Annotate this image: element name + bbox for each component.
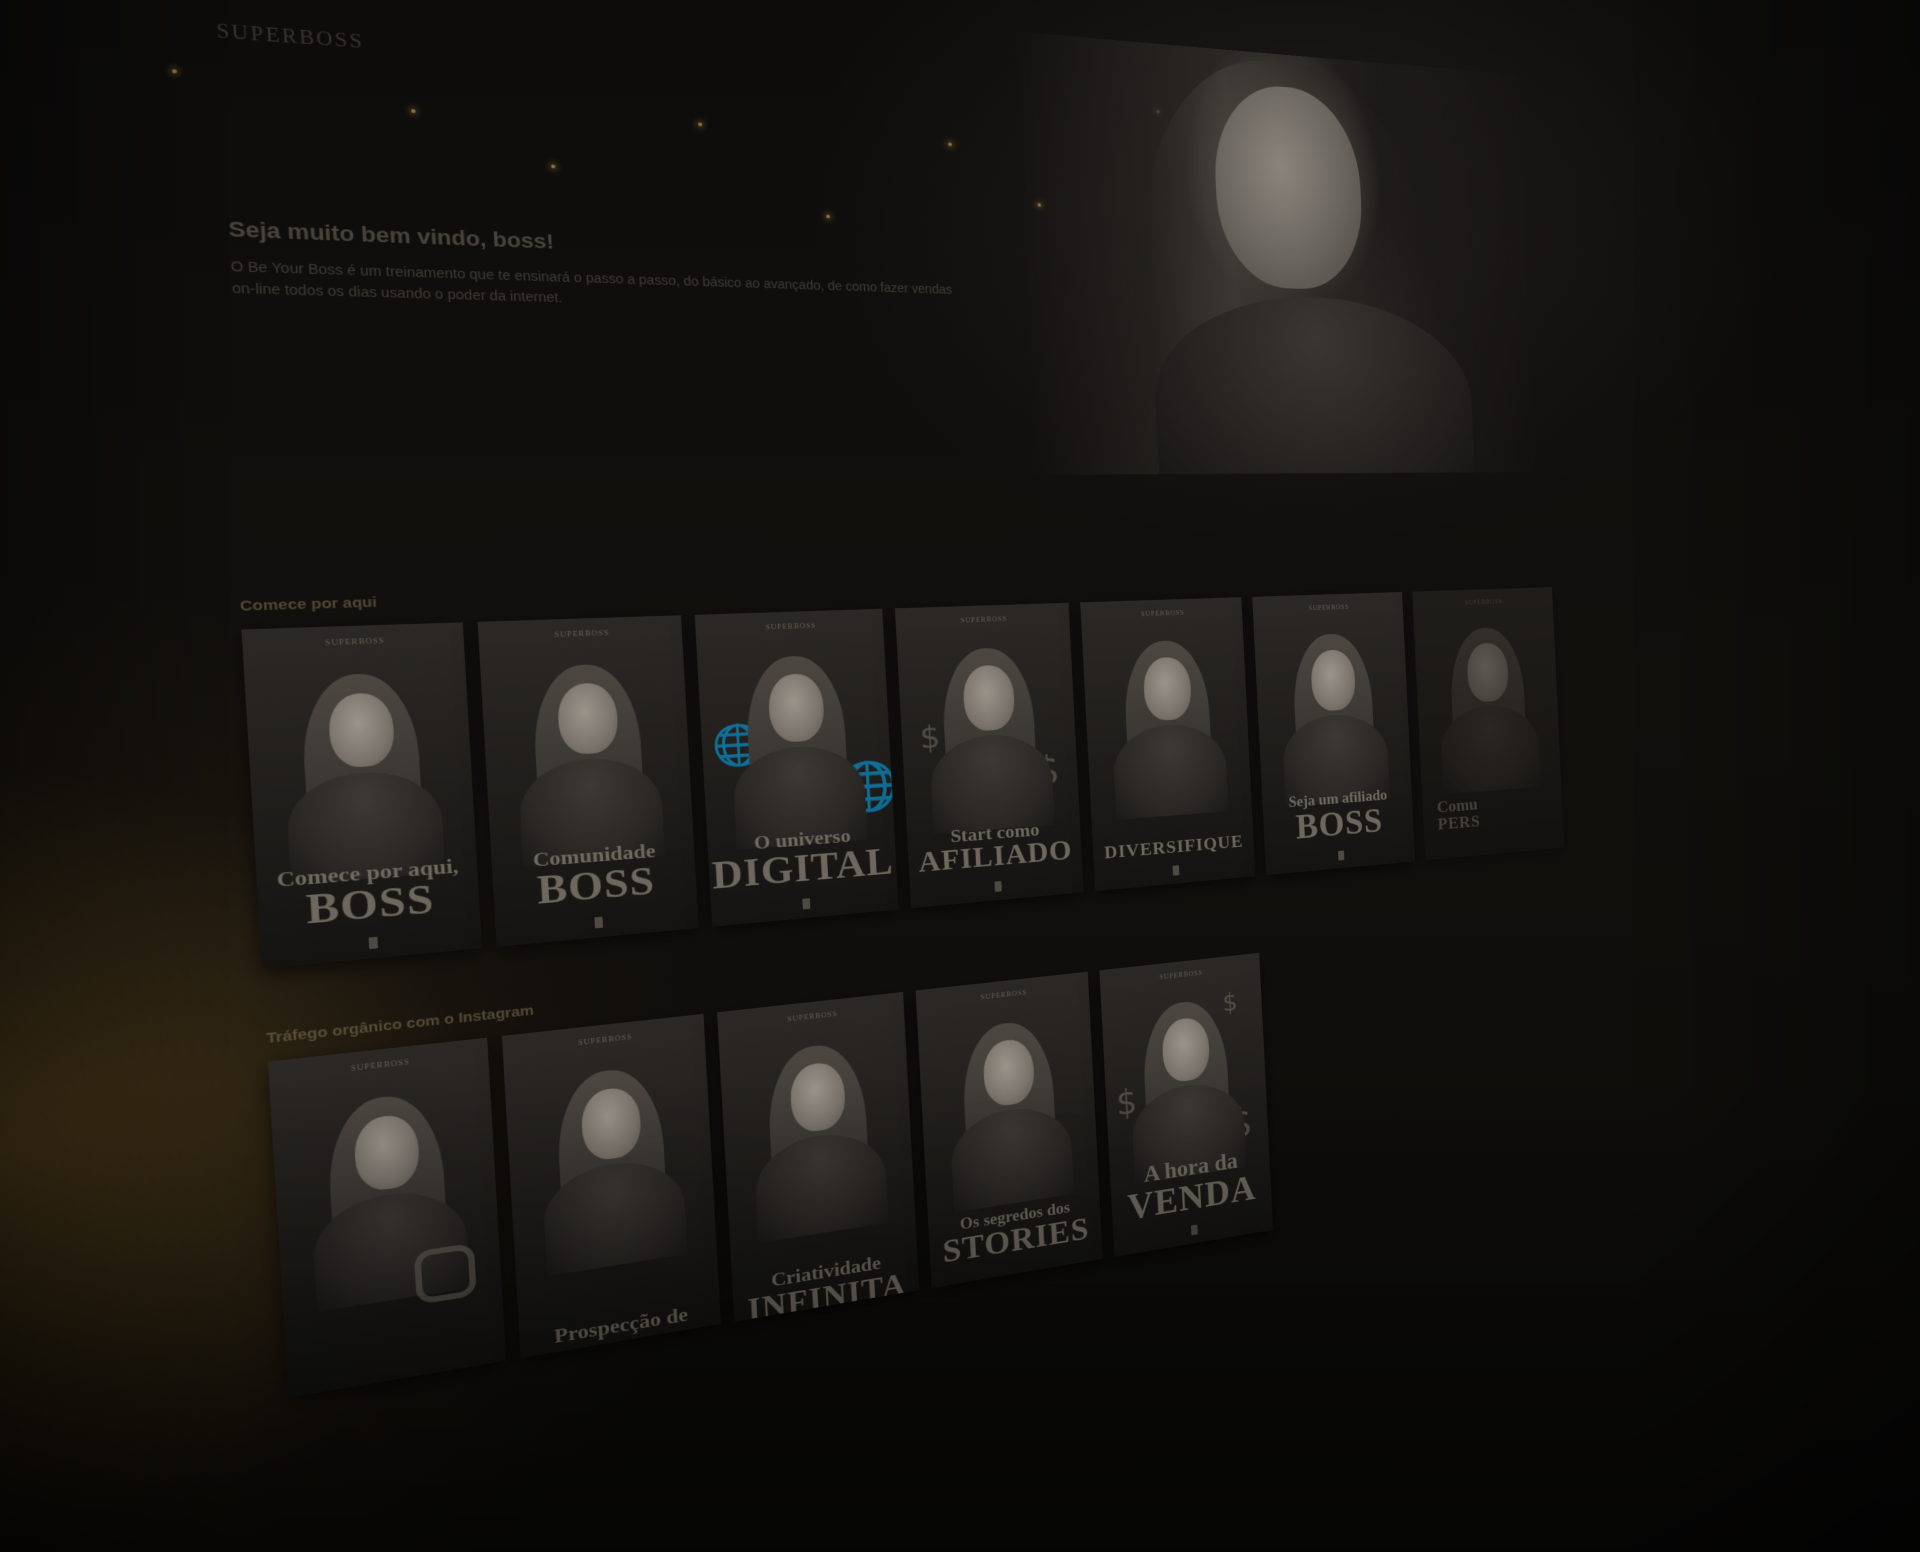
card-logo: SUPERBOSS bbox=[916, 982, 1089, 1009]
module-card-criatividade-infinita[interactable]: SUPERBOSS Criatividade INFINITA bbox=[717, 992, 919, 1322]
lock-icon bbox=[802, 898, 810, 909]
module-card-comunidade-boss[interactable]: SUPERBOSS Comunidade BOSS bbox=[478, 615, 699, 947]
card-portrait bbox=[1118, 987, 1254, 1176]
lock-icon bbox=[994, 881, 1001, 892]
card-caption: Comece por aqui, BOSS bbox=[256, 854, 480, 935]
card-logo: SUPERBOSS bbox=[1100, 962, 1260, 987]
card-caption: Seja um afiliado BOSS bbox=[1262, 786, 1414, 848]
module-card-o-universo-digital[interactable]: SUPERBOSS 🌐 🌐 O universo DIGITAL bbox=[695, 609, 899, 927]
module-card-seja-um-afiliado-boss[interactable]: SUPERBOSS Seja um afiliado BOSS bbox=[1252, 592, 1415, 875]
module-card-a-hora-da-venda[interactable]: SUPERBOSS $ $ $ A hora da VENDA bbox=[1099, 953, 1273, 1257]
module-card-comece-por-aqui[interactable]: SUPERBOSS Comece por aqui, BOSS bbox=[241, 622, 481, 968]
card-portrait bbox=[267, 661, 456, 874]
caption-line-1: Prospecção de bbox=[519, 1299, 720, 1353]
welcome-description: O Be Your Boss é um treinamento que te e… bbox=[230, 255, 957, 318]
card-portrait bbox=[1099, 630, 1236, 810]
card-portrait bbox=[525, 1052, 697, 1266]
star bbox=[551, 164, 555, 168]
lock-icon bbox=[1191, 1225, 1198, 1236]
card-caption: DIVERSIFIQUE bbox=[1093, 831, 1254, 863]
card-caption: O universo DIGITAL bbox=[707, 822, 897, 896]
card-logo: SUPERBOSS bbox=[502, 1025, 704, 1056]
module-card-partial[interactable]: SUPERBOSS Comu PERS bbox=[1412, 587, 1564, 860]
instagram-icon bbox=[414, 1243, 477, 1305]
card-caption: Comu PERS bbox=[1437, 789, 1563, 833]
card-logo: SUPERBOSS bbox=[895, 613, 1069, 627]
card-logo: SUPERBOSS bbox=[718, 1002, 904, 1031]
module-card-diversifique[interactable]: SUPERBOSS DIVERSIFIQUE bbox=[1080, 597, 1255, 891]
card-logo: SUPERBOSS bbox=[478, 626, 682, 642]
card-caption: Prospecção de bbox=[519, 1299, 720, 1353]
caption-line-1: DIVERSIFIQUE bbox=[1093, 831, 1254, 863]
module-card-prospeccao[interactable]: SUPERBOSS Prospecção de bbox=[502, 1014, 721, 1358]
module-card-instagram[interactable]: SUPERBOSS bbox=[268, 1038, 506, 1398]
star bbox=[172, 69, 177, 73]
star bbox=[411, 109, 416, 113]
star bbox=[826, 215, 830, 219]
card-logo: SUPERBOSS bbox=[242, 634, 464, 650]
module-carousel[interactable]: SUPERBOSS Comece por aqui, BOSS SUPERBOS… bbox=[241, 587, 1564, 969]
card-portrait bbox=[738, 1029, 897, 1234]
lock-icon bbox=[1173, 865, 1180, 875]
lock-icon bbox=[1338, 851, 1344, 861]
lock-icon bbox=[594, 917, 603, 929]
card-portrait bbox=[915, 637, 1063, 824]
card-portrait bbox=[1428, 618, 1547, 786]
module-card-start-como-afiliado[interactable]: SUPERBOSS $ $ Start como AFILIADO bbox=[895, 603, 1084, 909]
module-card-segredos-dos-stories[interactable]: SUPERBOSS Os segredos dos STORIES bbox=[916, 972, 1103, 1288]
welcome-title: Seja muito bem vindo, boss! bbox=[228, 217, 555, 255]
members-area-page: SUPERBOSS Seja muito bem vindo, boss! O … bbox=[120, 0, 1681, 1552]
card-portrait bbox=[935, 1007, 1082, 1204]
perspective-view: SUPERBOSS Seja muito bem vindo, boss! O … bbox=[0, 0, 1920, 1552]
card-logo: SUPERBOSS bbox=[1413, 596, 1553, 608]
lock-icon bbox=[369, 937, 378, 949]
brand-logo[interactable]: SUPERBOSS bbox=[216, 20, 365, 54]
card-logo: SUPERBOSS bbox=[1253, 601, 1403, 613]
card-caption: Criatividade INFINITA bbox=[732, 1247, 919, 1322]
card-portrait bbox=[501, 652, 674, 856]
card-logo: SUPERBOSS bbox=[1081, 607, 1242, 620]
star bbox=[948, 143, 952, 147]
star bbox=[698, 122, 702, 126]
card-logo: SUPERBOSS bbox=[269, 1049, 489, 1082]
hero-portrait bbox=[1012, 31, 1537, 475]
card-logo: SUPERBOSS bbox=[695, 619, 883, 634]
card-portrait bbox=[716, 644, 876, 839]
app-background: SUPERBOSS Seja muito bem vindo, boss! O … bbox=[0, 0, 1920, 1552]
card-portrait bbox=[1269, 624, 1397, 798]
row-title: Comece por aqui bbox=[239, 594, 377, 614]
